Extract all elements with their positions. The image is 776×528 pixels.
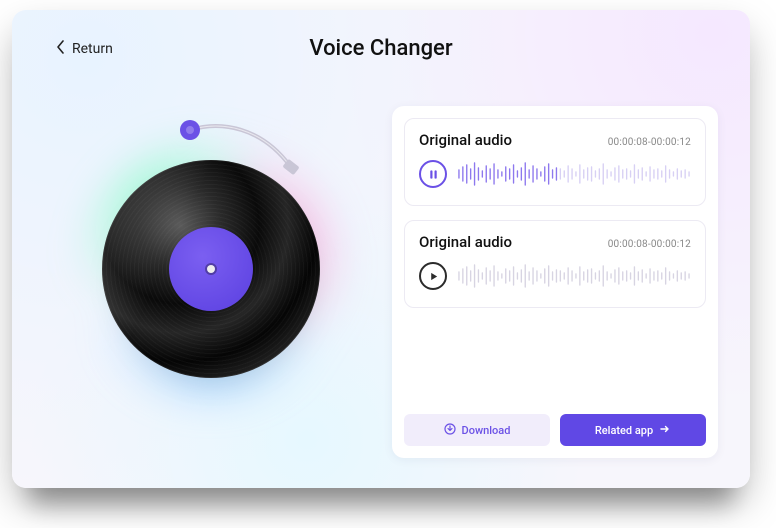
app-window: Return Voice Changer Original audio 00:0… xyxy=(12,10,750,488)
related-app-label: Related app xyxy=(595,424,653,437)
waveform xyxy=(457,259,691,293)
return-label: Return xyxy=(72,41,113,57)
tonearm-icon xyxy=(172,112,312,192)
audio-card: Original audio 00:00:08-00:00:12 xyxy=(404,220,706,308)
audio-title: Original audio xyxy=(419,233,512,251)
download-label: Download xyxy=(462,424,511,437)
audio-panel: Original audio 00:00:08-00:00:12 xyxy=(392,106,718,458)
chevron-left-icon xyxy=(56,40,66,58)
pause-button[interactable] xyxy=(419,160,447,188)
waveform xyxy=(457,157,691,191)
play-icon xyxy=(428,271,439,282)
audio-time-range: 00:00:08-00:00:12 xyxy=(608,137,691,148)
related-app-button[interactable]: Related app xyxy=(560,414,706,446)
download-icon xyxy=(444,423,456,438)
arrow-right-icon xyxy=(659,423,671,438)
pause-icon xyxy=(428,169,439,180)
return-button[interactable]: Return xyxy=(56,40,113,58)
vinyl-record-illustration xyxy=(80,110,370,420)
action-bar: Download Related app xyxy=(404,414,706,446)
audio-title: Original audio xyxy=(419,131,512,149)
audio-card: Original audio 00:00:08-00:00:12 xyxy=(404,118,706,206)
audio-time-range: 00:00:08-00:00:12 xyxy=(608,239,691,250)
play-button[interactable] xyxy=(419,262,447,290)
page-title: Voice Changer xyxy=(12,36,750,61)
download-button[interactable]: Download xyxy=(404,414,550,446)
